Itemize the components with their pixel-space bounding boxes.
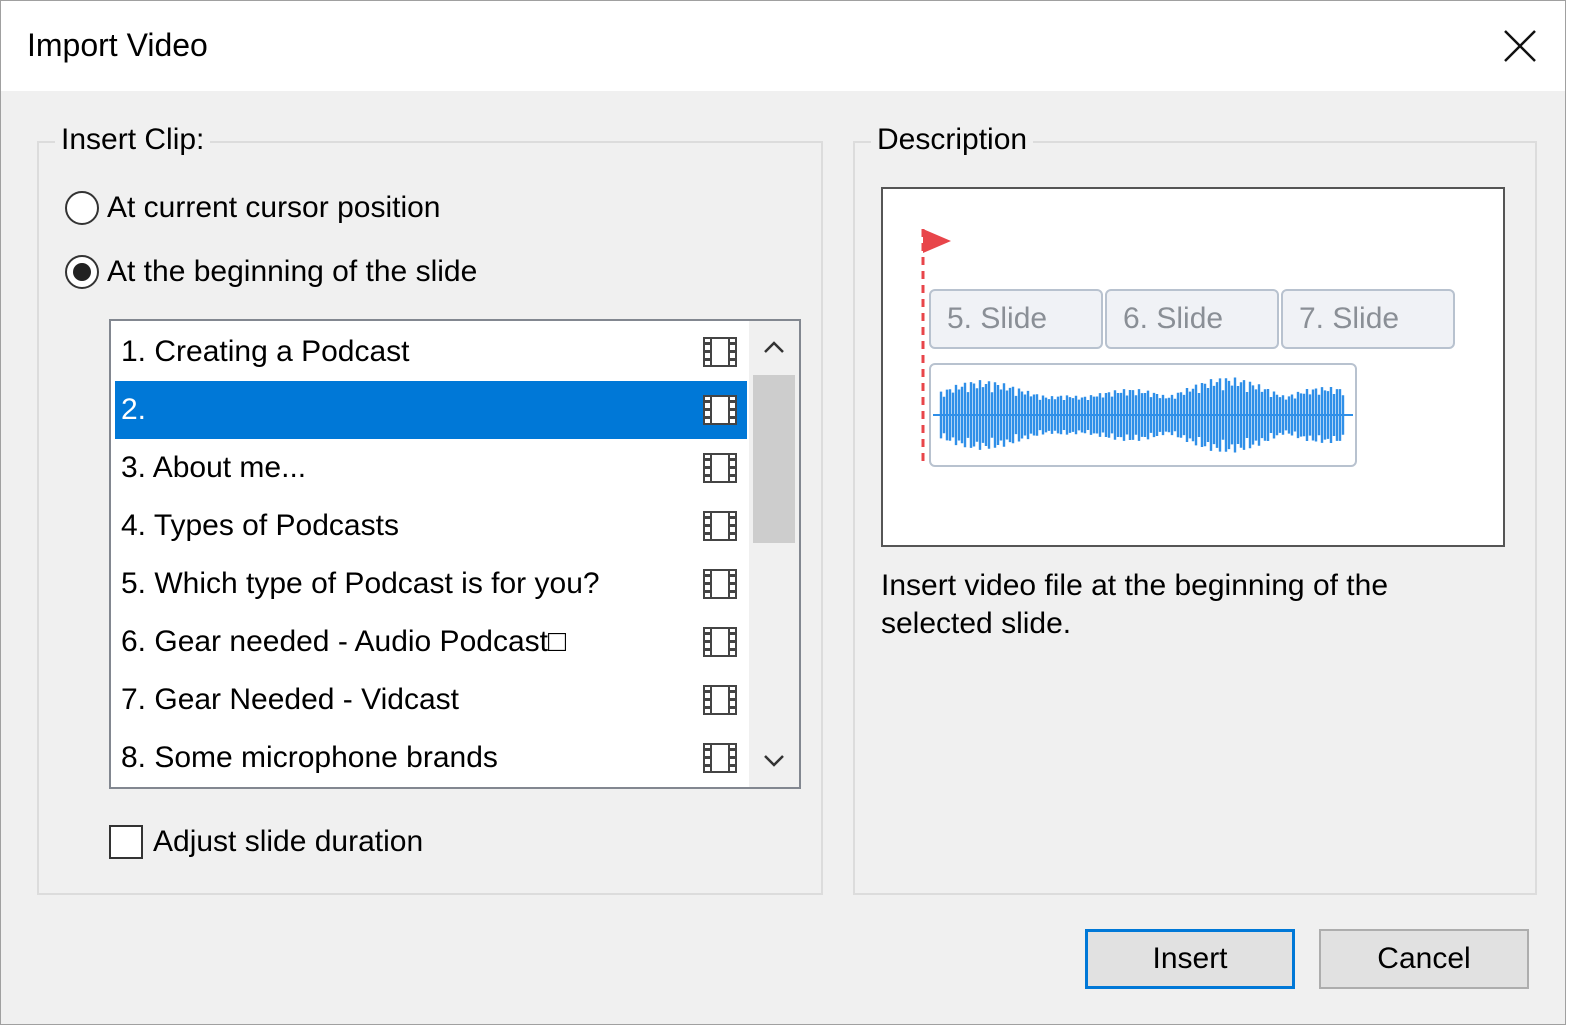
radio-cursor-position[interactable]: At current cursor position (65, 191, 440, 225)
adjust-duration-checkbox[interactable] (109, 825, 143, 859)
slide-item-label: 4. Types of Podcasts (121, 509, 399, 542)
scroll-thumb[interactable] (753, 375, 795, 543)
list-item[interactable]: 4. Types of Podcasts (115, 497, 747, 555)
slide-list[interactable]: 1. Creating a Podcast 2. 3. About me... … (109, 319, 801, 789)
film-strip-icon (703, 453, 737, 483)
list-item[interactable]: 5. Which type of Podcast is for you? (115, 555, 747, 613)
film-strip-icon (703, 627, 737, 657)
close-button[interactable] (1485, 11, 1555, 81)
import-video-dialog: Import Video Insert Clip: At current cur… (0, 0, 1566, 1025)
chevron-up-icon (764, 341, 784, 353)
radio-label: At current cursor position (107, 191, 441, 224)
adjust-duration-checkbox-row[interactable]: Adjust slide duration (109, 825, 423, 859)
list-scrollbar[interactable] (749, 321, 799, 787)
list-item[interactable]: 7. Gear Needed - Vidcast (115, 671, 747, 729)
preview-slide-chip: 7. Slide (1281, 289, 1455, 349)
film-strip-icon (703, 569, 737, 599)
audio-clip (929, 363, 1357, 467)
checkbox-label: Adjust slide duration (153, 825, 424, 858)
slide-item-label: 7. Gear Needed - Vidcast (121, 683, 459, 716)
description-text: Insert video file at the beginning of th… (881, 569, 1389, 640)
waveform-icon (933, 377, 1353, 453)
description-legend: Description (871, 123, 1034, 157)
radio-label: At the beginning of the slide (107, 255, 478, 288)
film-strip-icon (703, 337, 737, 367)
preview-slide-chip: 5. Slide (929, 289, 1103, 349)
scroll-down-button[interactable] (749, 735, 799, 787)
slide-item-label: 2. (121, 393, 147, 426)
slide-item-label: 6. Gear needed - Audio Podcast□ (121, 625, 567, 658)
close-icon (1504, 30, 1536, 62)
chevron-down-icon (764, 755, 784, 767)
insert-clip-legend: Insert Clip: (55, 123, 211, 157)
radio-button[interactable] (65, 255, 99, 289)
list-item[interactable]: 3. About me... (115, 439, 747, 497)
list-item[interactable]: 1. Creating a Podcast (115, 323, 747, 381)
film-strip-icon (703, 743, 737, 773)
insert-button[interactable]: Insert (1085, 929, 1295, 989)
preview-slide-chip: 6. Slide (1105, 289, 1279, 349)
slide-item-label: 8. Some microphone brands (121, 741, 498, 774)
radio-selected-dot (73, 263, 91, 281)
radio-button[interactable] (65, 191, 99, 225)
film-strip-icon (703, 685, 737, 715)
list-item[interactable]: 6. Gear needed - Audio Podcast□ (115, 613, 747, 671)
film-strip-icon (703, 395, 737, 425)
film-strip-icon (703, 511, 737, 541)
slide-item-label: 5. Which type of Podcast is for you? (121, 567, 600, 600)
list-item-selected[interactable]: 2. (115, 381, 747, 439)
radio-beginning-of-slide[interactable]: At the beginning of the slide (65, 255, 477, 289)
title-bar: Import Video (1, 1, 1565, 91)
cancel-button[interactable]: Cancel (1319, 929, 1529, 989)
scroll-up-button[interactable] (749, 321, 799, 373)
slide-item-label: 3. About me... (121, 451, 307, 484)
slide-item-label: 1. Creating a Podcast (121, 335, 410, 368)
list-item[interactable]: 8. Some microphone brands (115, 729, 747, 787)
description-preview: 5. Slide 6. Slide 7. Slide (881, 187, 1505, 547)
dialog-title: Import Video (27, 27, 208, 63)
